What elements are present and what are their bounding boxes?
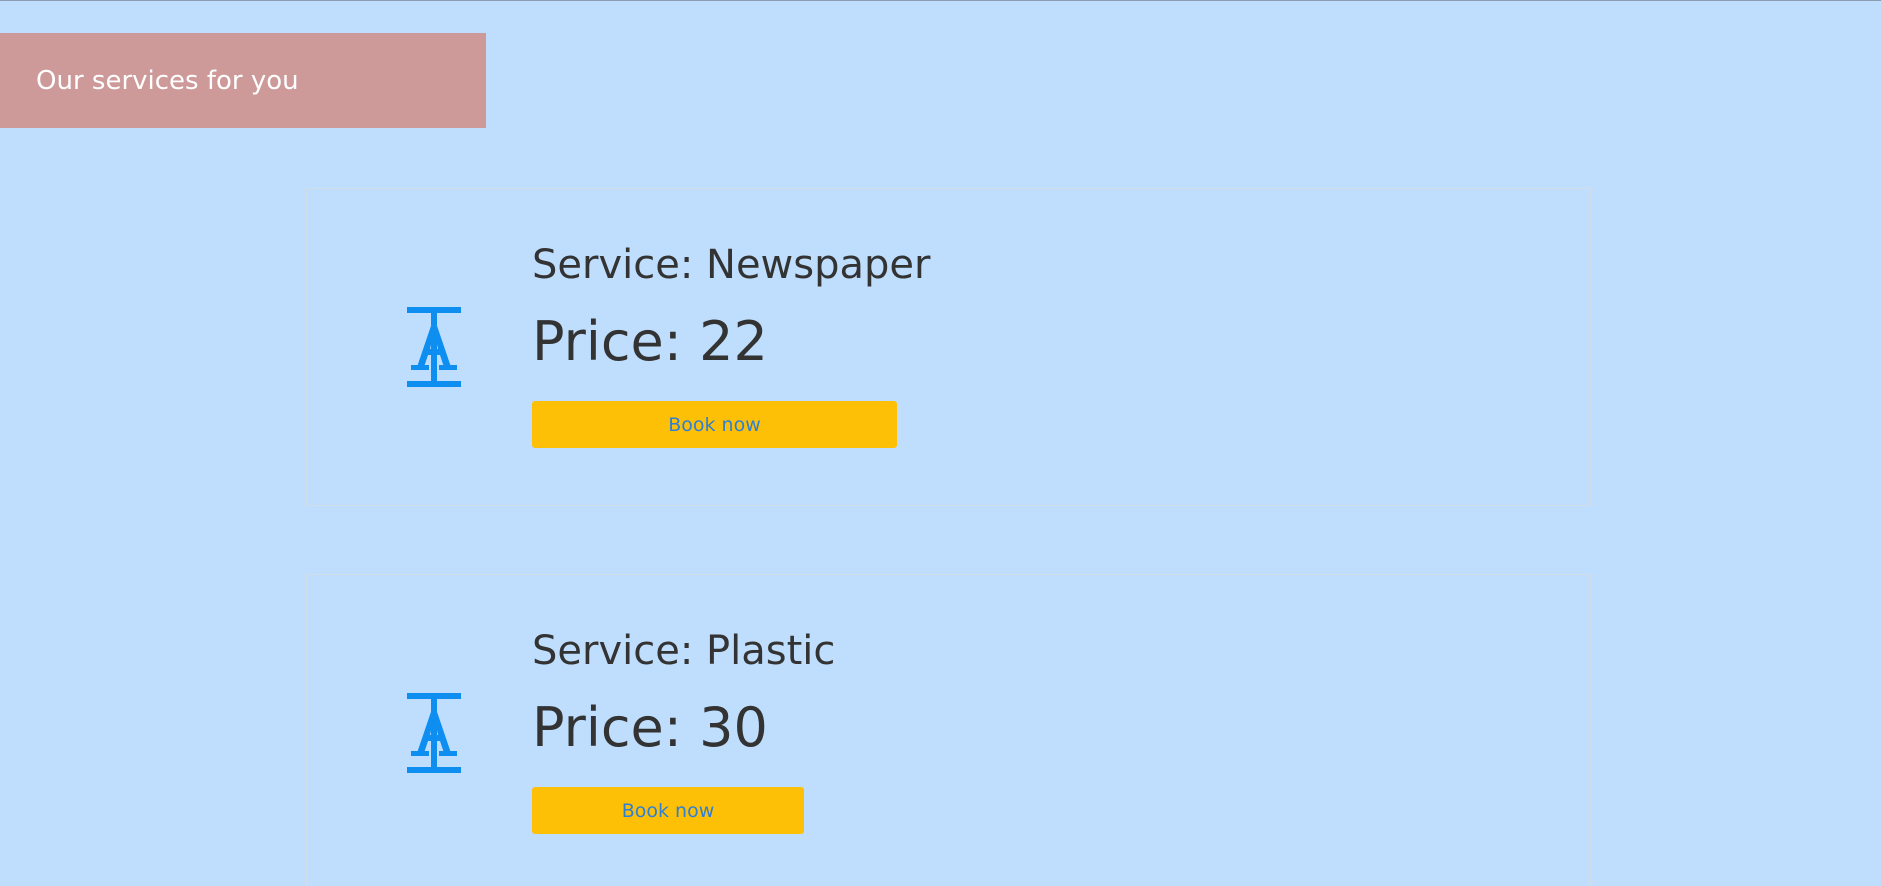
header-banner: Our services for you [0,33,486,128]
service-name: Service: Plastic [532,628,836,674]
service-card: Service: Plastic Price: 30 Book now [306,574,1591,886]
service-price: Price: 22 [532,310,768,373]
book-now-button[interactable]: Book now [532,787,804,834]
book-now-button[interactable]: Book now [532,401,897,448]
text-height-icon [407,693,461,773]
service-price: Price: 30 [532,696,768,759]
page-title: Our services for you [36,65,299,96]
text-height-icon [407,307,461,387]
service-name: Service: Newspaper [532,242,931,288]
service-card: Service: Newspaper Price: 22 Book now [306,188,1591,506]
